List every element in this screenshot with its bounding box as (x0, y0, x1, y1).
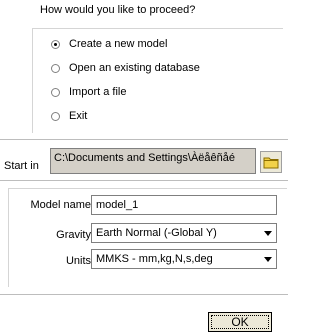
gravity-select[interactable]: Earth Normal (-Global Y) (91, 223, 277, 243)
model-name-input[interactable]: model_1 (91, 195, 277, 215)
option-label: Create a new model (69, 38, 168, 50)
chevron-down-icon[interactable] (264, 231, 272, 236)
model-settings-group: Model name model_1 Gravity Earth Normal … (8, 188, 287, 287)
divider (0, 294, 288, 295)
prompt-text: How would you like to proceed? (40, 4, 196, 16)
option-exit[interactable]: Exit (51, 107, 87, 125)
gravity-value: Earth Normal (-Global Y) (96, 227, 217, 239)
units-select[interactable]: MMKS - mm,kg,N,s,deg (91, 249, 277, 269)
option-label: Open an existing database (69, 62, 200, 74)
units-label: Units (65, 255, 91, 267)
start-in-label: Start in (4, 160, 39, 172)
gravity-label: Gravity (56, 229, 91, 241)
ok-button[interactable]: OK (208, 312, 272, 332)
radio-icon[interactable] (51, 87, 60, 97)
radio-icon[interactable] (51, 63, 60, 73)
option-open-database[interactable]: Open an existing database (51, 59, 200, 77)
radio-icon[interactable] (51, 111, 60, 121)
divider (0, 180, 288, 181)
chevron-down-icon[interactable] (264, 257, 272, 262)
browse-folder-button[interactable] (260, 151, 282, 173)
option-label: Import a file (69, 86, 127, 98)
option-import-file[interactable]: Import a file (51, 83, 126, 101)
divider (0, 139, 288, 140)
radio-icon[interactable] (51, 39, 60, 49)
units-value: MMKS - mm,kg,N,s,deg (96, 253, 213, 265)
start-in-path-field[interactable]: C:\Documents and Settings\Àëåêñåé (50, 148, 256, 174)
option-label: Exit (69, 110, 88, 122)
model-name-label: Model name (30, 199, 91, 211)
proceed-options-group: Create a new model Open an existing data… (32, 28, 283, 133)
folder-icon (263, 157, 279, 169)
option-create-new-model[interactable]: Create a new model (51, 35, 167, 53)
